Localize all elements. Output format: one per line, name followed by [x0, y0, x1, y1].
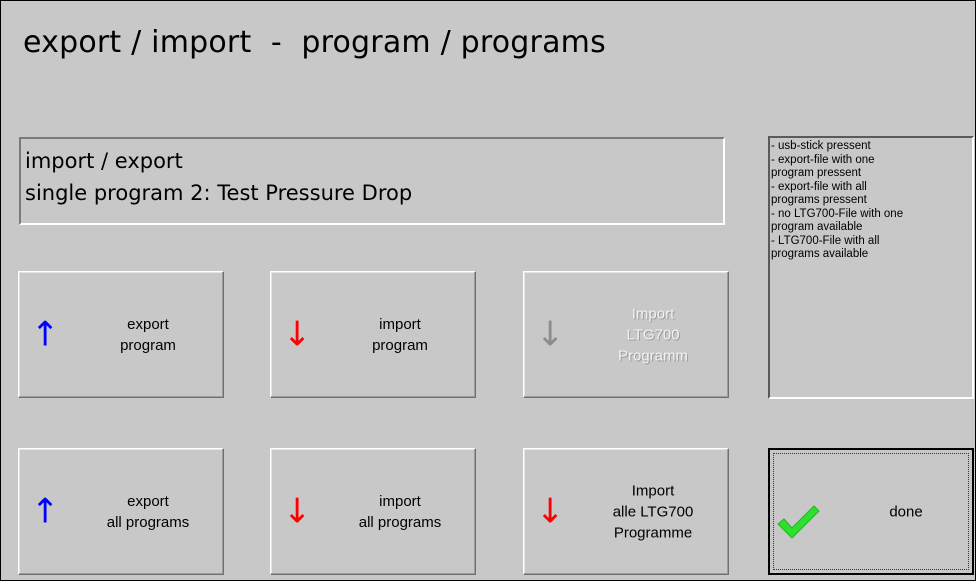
status-line: - export-file with one — [771, 153, 875, 166]
status-line: program pressent — [771, 167, 862, 179]
label-line: done — [889, 503, 923, 520]
info-line-mode: import / export — [25, 149, 183, 173]
label-line: import — [379, 315, 421, 333]
label-line: all programs — [358, 513, 442, 531]
button-label: export all programs — [75, 491, 221, 533]
status-panel: - usb-stick pressent - export-file with … — [768, 136, 974, 399]
label-line: Programme — [613, 524, 693, 541]
arrow-up-icon: ↑ — [31, 313, 60, 354]
checkmark-icon — [777, 505, 820, 539]
status-line: - LTG700-File with all — [771, 234, 880, 247]
label-line: program — [372, 336, 428, 354]
import-ltg700-program-button[interactable]: ↓ Import LTG700 Programm — [523, 271, 729, 398]
page-title: export / import - program / programs — [23, 25, 606, 60]
status-line: - export-file with all — [771, 180, 867, 193]
arrow-down-icon: ↓ — [536, 313, 565, 354]
arrow-down-icon: ↓ — [536, 490, 565, 531]
status-line: programs available — [771, 248, 869, 260]
import-program-button[interactable]: ↓ import program — [270, 271, 476, 398]
status-line: programs pressent — [771, 194, 867, 206]
button-label: done — [840, 501, 972, 522]
status-line: - no LTG700-File with one — [771, 207, 904, 220]
arrow-down-icon: ↓ — [283, 313, 312, 354]
status-line: program available — [771, 221, 863, 233]
export-program-button[interactable]: ↑ export program — [18, 271, 224, 398]
button-label: import program — [327, 314, 473, 356]
window-frame: export / import - program / programs imp… — [0, 0, 976, 581]
label-line: export — [127, 492, 169, 510]
button-label: import all programs — [327, 491, 473, 533]
label-line: program — [120, 336, 176, 354]
label-line: all programs — [106, 513, 190, 531]
import-all-ltg700-programs-button[interactable]: ↓ Import alle LTG700 Programme — [523, 448, 729, 575]
label-line: Programm — [617, 347, 688, 364]
label-line: alle LTG700 — [612, 503, 694, 520]
status-line: - usb-stick pressent — [771, 140, 871, 152]
label-line: export — [127, 315, 169, 333]
selected-program-info: import / export single program 2: Test P… — [19, 137, 725, 225]
arrow-down-icon: ↓ — [283, 490, 312, 531]
arrow-up-icon: ↑ — [31, 490, 60, 531]
button-label: Import alle LTG700 Programme — [580, 480, 726, 543]
done-button[interactable]: done — [768, 448, 974, 575]
export-all-programs-button[interactable]: ↑ export all programs — [18, 448, 224, 575]
label-line: LTG700 — [626, 326, 680, 343]
button-label: Import LTG700 Programm — [580, 303, 726, 366]
import-all-programs-button[interactable]: ↓ import all programs — [270, 448, 476, 575]
button-label: export program — [75, 314, 221, 356]
label-line: Import — [631, 482, 675, 499]
info-line-program: single program 2: Test Pressure Drop — [25, 181, 413, 205]
label-line: import — [379, 492, 421, 510]
label-line: Import — [631, 305, 675, 322]
